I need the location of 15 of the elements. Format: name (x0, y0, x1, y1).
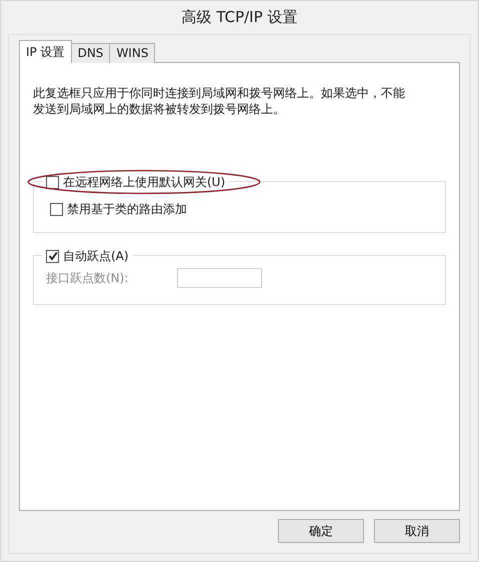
dialog-button[interactable]: 取消 (374, 519, 460, 543)
checkbox-option[interactable]: 禁用基于类的路由添加 (50, 201, 445, 218)
tab[interactable]: WINS (109, 43, 156, 63)
checkbox-option[interactable]: 自动跃点(A) (42, 247, 133, 265)
description-text: 此复选框只应用于你同时连接到局域网和拨号网络上。如果选中，不能发送到局域网上的数据将被转发到拨号网络上。 (33, 85, 406, 117)
field-label: 接口跃点数(N): (46, 270, 130, 286)
checkbox-option[interactable]: 在远程网络上使用默认网关(U) (42, 173, 230, 191)
checkbox[interactable] (46, 250, 59, 262)
tab[interactable]: DNS (70, 43, 110, 63)
window-title: 高级 TCP/IP 设置 (180, 7, 298, 28)
tab[interactable]: IP 设置 (19, 40, 72, 63)
checkbox[interactable] (50, 203, 63, 216)
dialog-button[interactable]: 确定 (278, 519, 364, 543)
checkmark-icon (48, 251, 58, 261)
checkbox[interactable] (46, 176, 59, 188)
